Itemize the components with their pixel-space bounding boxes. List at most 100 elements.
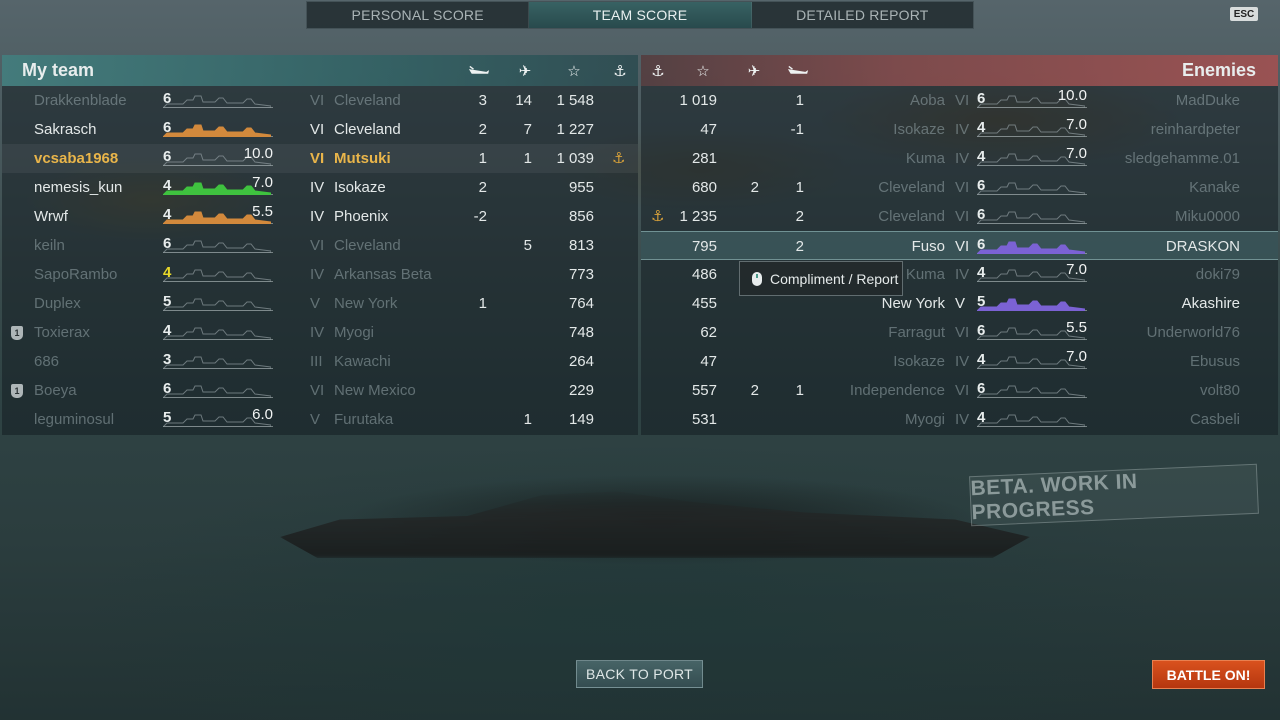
xp-value: 455 [691, 295, 717, 312]
ship-name: Cleveland [334, 237, 401, 254]
ship-name: Myogi [334, 324, 375, 341]
player-name: Wrwf [34, 208, 68, 225]
enemy-row[interactable]: 531 Myogi IV 4 Casbeli [641, 405, 1278, 434]
team-row[interactable]: nemesis_kun 4 7.0 IV Isokaze 2 955 [2, 173, 638, 202]
kills-value [457, 405, 487, 434]
team-row[interactable]: SapoRambo 4 IV Arkansas Beta 773 [2, 260, 638, 289]
enemies-title: Enemies [1181, 60, 1256, 80]
enemy-row[interactable]: 47 Isokaze IV 4 7.0 Ebusus [641, 347, 1278, 376]
team-row[interactable]: 686 3 III Kawachi 264 [2, 347, 638, 376]
player-name: DRASKON [1165, 238, 1240, 255]
player-name: reinhardpeter [1150, 121, 1240, 138]
ship-tier: V [310, 411, 321, 428]
kills-value [774, 347, 804, 376]
compliment-report-tooltip[interactable]: Compliment / Report [739, 261, 903, 296]
player-name: Ebusus [1189, 353, 1240, 370]
beta-watermark: BETA. WORK IN PROGRESS [969, 463, 1259, 527]
xp-value: 748 [568, 324, 594, 341]
enemy-row[interactable]: 680 2 1 Cleveland VI 6 Kanake [641, 173, 1278, 202]
team-row[interactable]: 1 Toxierax 4 IV Myogi 748 [2, 318, 638, 347]
planes-value [502, 173, 532, 202]
star-icon: ☆ [696, 63, 710, 80]
planes-value [729, 202, 759, 231]
team-row[interactable]: Sakrasch 6 VI Cleveland 2 7 1 227 [2, 115, 638, 144]
division-badge-icon: 1 [11, 384, 23, 398]
kills-value: 2 [478, 179, 487, 196]
ship-name: New Mexico [334, 382, 416, 399]
team-row[interactable]: leguminosul 5 6.0 V Furutaka 1 149 [2, 405, 638, 434]
xp-value: 813 [568, 237, 594, 254]
player-name: leguminosul [34, 411, 115, 428]
planes-value: 7 [523, 121, 532, 138]
tab-team-score[interactable]: TEAM SCORE [529, 2, 752, 28]
player-name: volt80 [1199, 382, 1240, 399]
enemy-row[interactable]: 455 New York V 5 Akashire [641, 289, 1278, 318]
xp-value: 47 [700, 353, 717, 370]
ship-tier: VI [310, 237, 325, 254]
planes-value [729, 144, 759, 173]
ship-tier: IV [955, 266, 970, 283]
anchor-icon: ⚓ [613, 63, 627, 80]
kills-value [457, 231, 487, 260]
team-row[interactable]: Wrwf 4 5.5 IV Phoenix -2 856 [2, 202, 638, 231]
team-row[interactable]: Drakkenblade 6 VI Cleveland 3 14 1 548 [2, 86, 638, 115]
mouse-icon [752, 271, 762, 286]
esc-button[interactable]: ESC [1230, 7, 1258, 21]
planes-value: 1 [523, 150, 532, 167]
ship-score: 7.0 [1066, 348, 1087, 365]
team-row[interactable]: keiln 6 VI Cleveland 5 813 [2, 231, 638, 260]
enemy-row[interactable]: ⚓ 1 235 2 Cleveland VI 6 Miku0000 [641, 202, 1278, 231]
ship-tier: III [310, 353, 323, 370]
ship-name: Myogi [904, 411, 945, 428]
ship-tier: VI [955, 179, 970, 196]
team-row[interactable]: 1 Boeya 6 VI New Mexico 229 [2, 376, 638, 405]
ship-silhouette-bar [977, 237, 1087, 257]
planes-value [502, 376, 532, 405]
ship-score: 7.0 [1066, 261, 1087, 278]
kills-value: 2 [478, 121, 487, 138]
team-row[interactable]: Duplex 5 V New York 1 764 [2, 289, 638, 318]
planes-value: 5 [523, 237, 532, 254]
ship-tier: VI [310, 150, 325, 167]
ship-tier: IV [955, 411, 970, 428]
ship-name: Isokaze [893, 121, 945, 138]
xp-value: 795 [691, 238, 717, 255]
player-name: Miku0000 [1174, 208, 1240, 225]
background-ship [280, 491, 1030, 558]
enemy-row[interactable]: 47 -1 Isokaze IV 4 7.0 reinhardpeter [641, 115, 1278, 144]
planes-value: 2 [750, 382, 759, 399]
division-badge-icon: 1 [11, 326, 23, 340]
planes-value [729, 232, 759, 261]
enemy-row[interactable]: 486 Kuma IV 4 7.0 doki79 [641, 260, 1278, 289]
team-row[interactable]: vcsaba1968 6 10.0 VI Mutsuki 1 1 1 039 ⚓ [2, 144, 638, 173]
ship-silhouette-bar: 7.0 [977, 261, 1087, 285]
enemy-row[interactable]: 281 Kuma IV 4 7.0 sledgehamme.01 [641, 144, 1278, 173]
kills-value: 1 [795, 382, 804, 399]
player-name: SapoRambo [34, 266, 118, 283]
planes-value [729, 405, 759, 434]
xp-value: 557 [691, 382, 717, 399]
enemy-row[interactable]: 1 019 1 Aoba VI 6 10.0 MadDuke [641, 86, 1278, 115]
player-name: Drakkenblade [34, 92, 127, 109]
battle-on-button[interactable]: BATTLE ON! [1152, 660, 1265, 689]
planes-value [729, 318, 759, 347]
player-name: Toxierax [34, 324, 90, 341]
xp-value: 764 [568, 295, 594, 312]
xp-value: 47 [700, 121, 717, 138]
enemies-panel: ⚓ ☆ ✈ Enemies 1 019 1 Aoba VI 6 10.0 MadDuke 47… [641, 55, 1278, 435]
sunk-ship-icon [468, 62, 490, 80]
planes-destroyed-icon: ✈ [747, 63, 761, 80]
player-name: keiln [34, 237, 65, 254]
tab-detailed-report[interactable]: DETAILED REPORT [752, 2, 973, 28]
enemy-row[interactable]: 557 2 1 Independence VI 6 volt80 [641, 376, 1278, 405]
ship-silhouette-bar: 5.5 [977, 319, 1087, 343]
ship-tier: IV [955, 121, 970, 138]
enemy-row[interactable]: 62 Farragut VI 6 5.5 Underworld76 [641, 318, 1278, 347]
back-to-port-button[interactable]: BACK TO PORT [576, 660, 703, 688]
tab-personal-score[interactable]: PERSONAL SCORE [307, 2, 530, 28]
player-name: Kanake [1189, 179, 1240, 196]
enemy-row[interactable]: 795 2 Fuso VI 6 DRASKON [641, 231, 1278, 260]
ship-silhouette-bar: 10.0 [163, 145, 273, 169]
ship-score: 6.0 [252, 406, 273, 423]
ship-tier: V [310, 295, 321, 312]
